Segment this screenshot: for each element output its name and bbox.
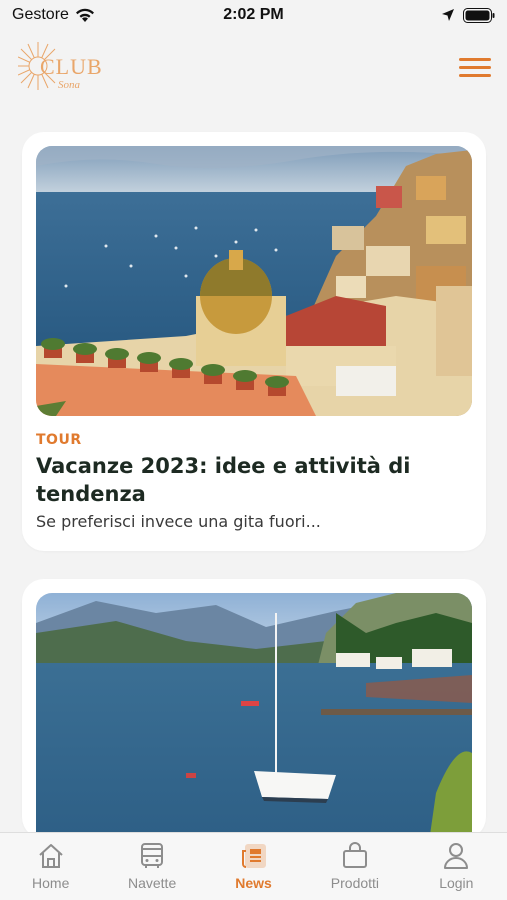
menu-line: [459, 66, 491, 69]
tab-login[interactable]: Login: [406, 833, 507, 900]
article-card[interactable]: [22, 579, 486, 839]
tab-prodotti[interactable]: Prodotti: [304, 833, 405, 900]
bus-icon: [141, 843, 164, 868]
carrier-label: Gestore: [12, 6, 69, 23]
tab-home[interactable]: Home: [0, 833, 101, 900]
shopping-bag-icon: [342, 842, 367, 868]
wifi-icon: [75, 8, 94, 22]
tab-label: Home: [32, 875, 70, 891]
location-arrow-icon: [442, 9, 454, 21]
tab-news[interactable]: News: [203, 833, 304, 900]
tab-label: Prodotti: [330, 875, 380, 891]
logo-text: CLUB: [40, 54, 103, 79]
article-excerpt: Se preferisci invece una gita fuori...: [36, 512, 321, 531]
news-feed: TOUR Vacanze 2023: idee e attività di te…: [22, 132, 486, 867]
app-header: CLUB Sona: [0, 36, 507, 100]
battery-icon: [463, 7, 495, 23]
tab-label: Navette: [127, 875, 177, 891]
tab-bar: Home Navette News Prodotti Login: [0, 832, 507, 900]
article-card[interactable]: TOUR Vacanze 2023: idee e attività di te…: [22, 132, 486, 551]
tab-label: Login: [439, 875, 474, 891]
logo-subtext: Sona: [58, 79, 81, 91]
article-title[interactable]: Vacanze 2023: idee e attività di tendenz…: [36, 452, 472, 508]
tab-navette[interactable]: Navette: [101, 833, 202, 900]
status-bar: Gestore 2:02 PM: [0, 0, 507, 30]
article-image-lake[interactable]: [36, 593, 472, 839]
news-icon: [241, 844, 266, 868]
club-logo[interactable]: CLUB Sona: [17, 38, 118, 94]
user-icon: [444, 843, 469, 869]
tab-label: News: [235, 875, 272, 891]
home-icon: [39, 844, 63, 868]
status-right: [325, 7, 495, 23]
status-left: Gestore: [12, 6, 182, 24]
article-category: TOUR: [36, 432, 82, 448]
status-time: 2:02 PM: [223, 6, 284, 23]
article-image-positano[interactable]: [36, 146, 472, 416]
menu-line: [459, 74, 491, 77]
menu-line: [459, 58, 491, 61]
hamburger-menu-icon[interactable]: [459, 58, 491, 80]
